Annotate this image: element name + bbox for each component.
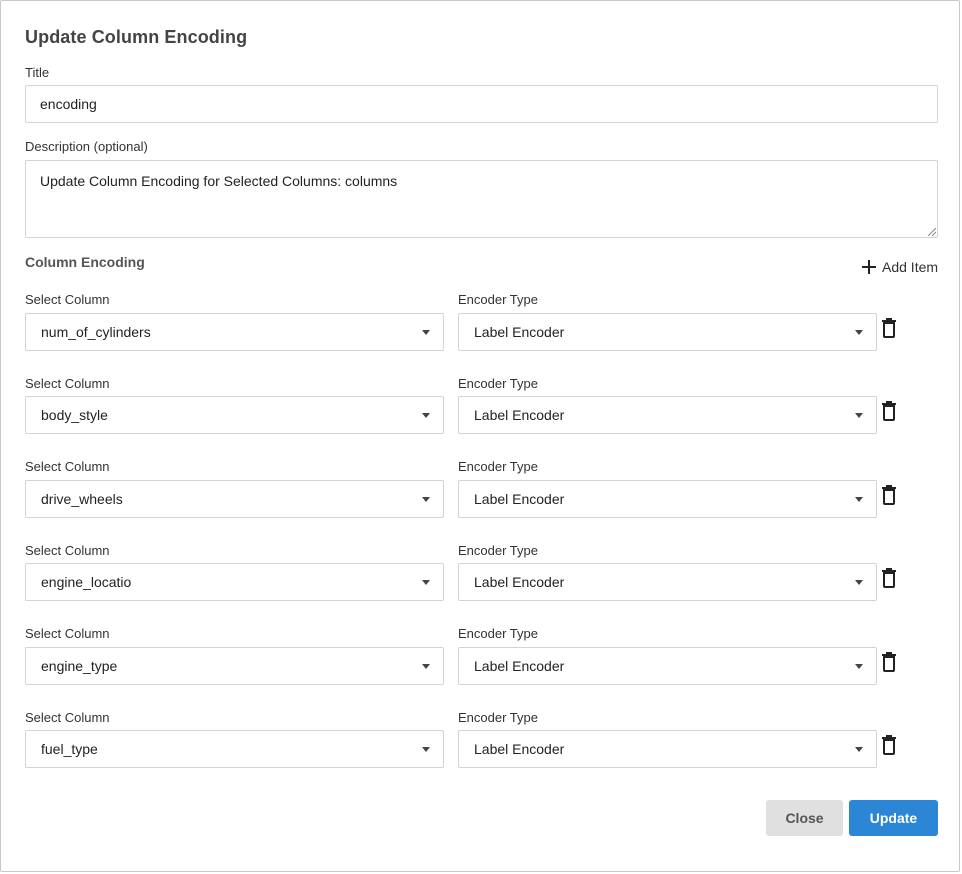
chevron-down-icon (422, 664, 430, 669)
select-column-dropdown[interactable]: drive_wheels (25, 480, 444, 518)
encoder-type-label: Encoder Type (458, 543, 538, 558)
encoder-type-label: Encoder Type (458, 626, 538, 641)
chevron-down-icon (422, 747, 430, 752)
encoder-type-value: Label Encoder (474, 658, 565, 674)
plus-icon (862, 260, 876, 274)
encoder-type-dropdown[interactable]: Label Encoder (458, 480, 877, 518)
encoder-type-dropdown[interactable]: Label Encoder (458, 730, 877, 768)
encoder-type-label: Encoder Type (458, 459, 538, 474)
description-textarea[interactable]: Update Column Encoding for Selected Colu… (25, 160, 938, 238)
select-column-dropdown[interactable]: fuel_type (25, 730, 444, 768)
encoder-type-dropdown[interactable]: Label Encoder (458, 396, 877, 434)
select-column-dropdown[interactable]: body_style (25, 396, 444, 434)
select-column-value: engine_locatio (41, 574, 132, 590)
description-label: Description (optional) (25, 139, 148, 154)
delete-row-trash-icon[interactable] (881, 484, 897, 506)
chevron-down-icon (855, 747, 863, 752)
select-column-dropdown[interactable]: num_of_cylinders (25, 313, 444, 351)
dialog-title: Update Column Encoding (25, 27, 248, 47)
chevron-down-icon (855, 413, 863, 418)
encoder-type-label: Encoder Type (458, 376, 538, 391)
encoder-type-value: Label Encoder (474, 491, 565, 507)
description-textarea-value: Update Column Encoding for Selected Colu… (40, 173, 398, 189)
close-button[interactable]: Close (766, 800, 843, 836)
encoder-type-value: Label Encoder (474, 741, 565, 757)
select-column-label: Select Column (25, 376, 110, 391)
select-column-label: Select Column (25, 626, 110, 641)
chevron-down-icon (855, 580, 863, 585)
select-column-value: body_style (41, 407, 108, 423)
encoder-type-dropdown[interactable]: Label Encoder (458, 563, 877, 601)
encoder-type-dropdown[interactable]: Label Encoder (458, 647, 877, 685)
chevron-down-icon (855, 330, 863, 335)
title-input-value: encoding (40, 96, 97, 112)
select-column-value: fuel_type (41, 741, 98, 757)
update-column-encoding-dialog: Update Column Encoding Title encoding De… (0, 0, 960, 872)
select-column-dropdown[interactable]: engine_type (25, 647, 444, 685)
add-item-label: Add Item (882, 259, 939, 275)
chevron-down-icon (855, 664, 863, 669)
encoder-type-value: Label Encoder (474, 324, 565, 340)
encoder-type-value: Label Encoder (474, 574, 565, 590)
chevron-down-icon (422, 580, 430, 585)
select-column-label: Select Column (25, 710, 110, 725)
encoder-type-value: Label Encoder (474, 407, 565, 423)
select-column-dropdown[interactable]: engine_locatio (25, 563, 444, 601)
delete-row-trash-icon[interactable] (881, 734, 897, 756)
chevron-down-icon (422, 497, 430, 502)
column-encoding-section-title: Column Encoding (25, 254, 145, 270)
add-item-button[interactable]: Add Item (861, 259, 938, 275)
title-input[interactable]: encoding (25, 85, 938, 123)
select-column-label: Select Column (25, 543, 110, 558)
delete-row-trash-icon[interactable] (881, 400, 897, 422)
select-column-label: Select Column (25, 292, 110, 307)
chevron-down-icon (422, 413, 430, 418)
title-label: Title (25, 65, 50, 80)
update-button[interactable]: Update (849, 800, 938, 836)
select-column-value: engine_type (41, 658, 118, 674)
encoder-type-label: Encoder Type (458, 292, 538, 307)
chevron-down-icon (855, 497, 863, 502)
select-column-value: drive_wheels (41, 491, 123, 507)
encoder-type-label: Encoder Type (458, 710, 538, 725)
delete-row-trash-icon[interactable] (881, 651, 897, 673)
delete-row-trash-icon[interactable] (881, 567, 897, 589)
encoder-type-dropdown[interactable]: Label Encoder (458, 313, 877, 351)
chevron-down-icon (422, 330, 430, 335)
delete-row-trash-icon[interactable] (881, 317, 897, 339)
resize-grip-icon[interactable] (927, 227, 936, 236)
select-column-value: num_of_cylinders (41, 324, 151, 340)
select-column-label: Select Column (25, 459, 110, 474)
